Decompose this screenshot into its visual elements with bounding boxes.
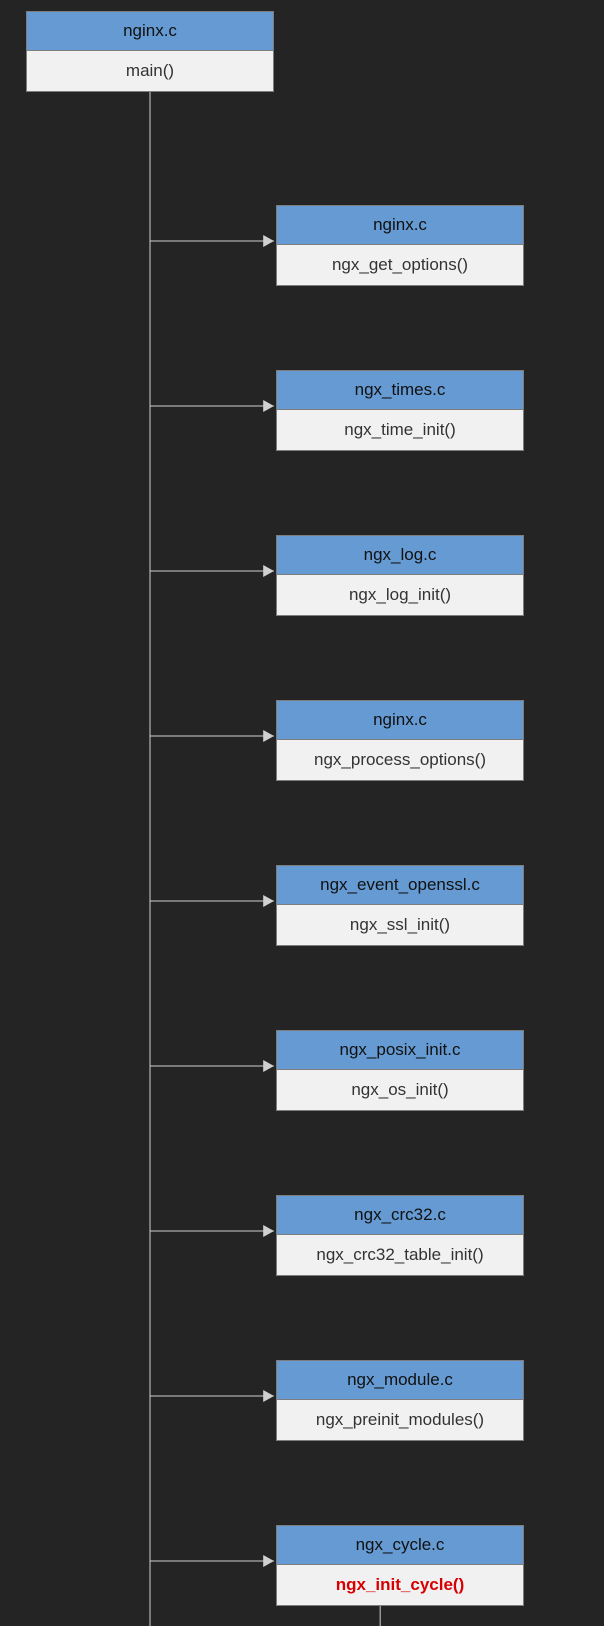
child-func-label: ngx_get_options()	[277, 245, 523, 285]
child-node: ngx_log.cngx_log_init()	[276, 535, 524, 616]
child-node: ngx_module.cngx_preinit_modules()	[276, 1360, 524, 1441]
child-func-label: ngx_preinit_modules()	[277, 1400, 523, 1440]
root-func-label: main()	[27, 51, 273, 91]
child-node: ngx_cycle.cngx_init_cycle()	[276, 1525, 524, 1606]
child-file-label: nginx.c	[277, 206, 523, 245]
child-func-label: ngx_os_init()	[277, 1070, 523, 1110]
child-file-label: ngx_cycle.c	[277, 1526, 523, 1565]
child-file-label: ngx_times.c	[277, 371, 523, 410]
child-file-label: ngx_event_openssl.c	[277, 866, 523, 905]
child-file-label: ngx_log.c	[277, 536, 523, 575]
child-func-label: ngx_init_cycle()	[277, 1565, 523, 1605]
child-node: ngx_times.cngx_time_init()	[276, 370, 524, 451]
child-file-label: ngx_module.c	[277, 1361, 523, 1400]
child-file-label: nginx.c	[277, 701, 523, 740]
child-file-label: ngx_posix_init.c	[277, 1031, 523, 1070]
child-func-label: ngx_log_init()	[277, 575, 523, 615]
child-file-label: ngx_crc32.c	[277, 1196, 523, 1235]
child-func-label: ngx_crc32_table_init()	[277, 1235, 523, 1275]
root-node: nginx.c main()	[26, 11, 274, 92]
child-node: ngx_crc32.cngx_crc32_table_init()	[276, 1195, 524, 1276]
child-func-label: ngx_ssl_init()	[277, 905, 523, 945]
child-func-label: ngx_time_init()	[277, 410, 523, 450]
child-node: ngx_event_openssl.cngx_ssl_init()	[276, 865, 524, 946]
child-node: nginx.cngx_process_options()	[276, 700, 524, 781]
child-node: ngx_posix_init.cngx_os_init()	[276, 1030, 524, 1111]
child-node: nginx.cngx_get_options()	[276, 205, 524, 286]
root-file-label: nginx.c	[27, 12, 273, 51]
child-func-label: ngx_process_options()	[277, 740, 523, 780]
